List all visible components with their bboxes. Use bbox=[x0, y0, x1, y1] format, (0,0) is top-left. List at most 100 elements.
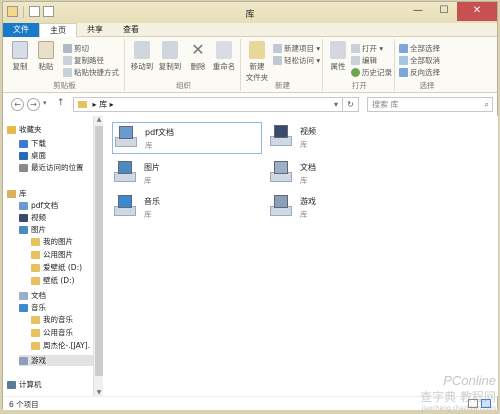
nav-item-label: pdf文档 bbox=[31, 201, 59, 210]
tab-view[interactable]: 查看 bbox=[113, 23, 149, 37]
nav-item[interactable]: 我的图片 bbox=[31, 236, 73, 247]
library-text: 视频库 bbox=[300, 122, 316, 150]
nav-item[interactable]: 周杰伦-.[JAY]. bbox=[31, 340, 90, 351]
invert-selection-button[interactable]: 反向选择 bbox=[399, 67, 440, 78]
history-button[interactable]: 历史记录 bbox=[351, 67, 392, 78]
scroll-thumb[interactable] bbox=[95, 126, 103, 376]
tab-file[interactable]: 文件 bbox=[3, 23, 39, 37]
nav-item[interactable]: pdf文档 bbox=[19, 200, 58, 211]
nav-item-label: 我的图片 bbox=[43, 237, 73, 246]
select-all-button[interactable]: 全部选择 bbox=[399, 43, 440, 54]
library-icon bbox=[19, 139, 28, 148]
ribbon: 复制 粘贴 剪切 复制路径 粘贴快捷方式 剪贴板 移动到 复制到 ✕ 删除 重命… bbox=[3, 37, 497, 93]
tab-home[interactable]: 主页 bbox=[39, 23, 77, 37]
search-placeholder: 搜索 库 bbox=[372, 100, 399, 109]
select-none-button[interactable]: 全部取消 bbox=[399, 55, 440, 66]
nav-item[interactable]: 图片 bbox=[19, 224, 46, 235]
library-icon bbox=[19, 201, 28, 210]
open-button[interactable]: 打开 ▾ bbox=[351, 43, 383, 54]
folder-icon bbox=[31, 328, 40, 337]
copy-label: 复制 bbox=[12, 62, 28, 71]
library-tile[interactable]: 音乐库 bbox=[112, 192, 262, 224]
clipboard-group-label: 剪贴板 bbox=[53, 81, 76, 90]
properties-button[interactable]: 属性 bbox=[325, 41, 351, 72]
group-organize: 移动到 复制到 ✕ 删除 重命名 组织 bbox=[127, 39, 241, 91]
tab-share[interactable]: 共享 bbox=[77, 23, 113, 37]
refresh-button[interactable]: ↻ bbox=[343, 97, 359, 112]
move-to-button[interactable]: 移动到 bbox=[129, 41, 155, 72]
copy-path-button[interactable]: 复制路径 bbox=[63, 55, 104, 66]
library-icon bbox=[19, 225, 28, 234]
delete-icon: ✕ bbox=[191, 40, 205, 59]
library-tile[interactable]: 文档库 bbox=[268, 158, 418, 190]
library-tile[interactable]: 游戏库 bbox=[268, 192, 418, 224]
edit-button[interactable]: 编辑 bbox=[351, 55, 377, 66]
forward-button[interactable]: → bbox=[27, 98, 40, 111]
paste-button[interactable]: 粘贴 bbox=[33, 41, 59, 72]
scroll-down-arrow[interactable]: ▼ bbox=[94, 389, 104, 396]
nav-item[interactable]: 壁纸 (D:) bbox=[31, 275, 75, 286]
folder-icon bbox=[31, 237, 40, 246]
maximize-button[interactable]: ☐ bbox=[431, 2, 457, 21]
nav-item-label: 音乐 bbox=[31, 303, 46, 312]
nav-item[interactable]: 我的音乐 bbox=[31, 314, 73, 325]
history-label: 历史记录 bbox=[362, 68, 392, 77]
nav-item-label: 最近访问的位置 bbox=[31, 163, 84, 172]
delete-button[interactable]: ✕ 删除 bbox=[185, 41, 211, 72]
cut-button[interactable]: 剪切 bbox=[63, 43, 89, 54]
nav-item[interactable]: 计算机 bbox=[7, 379, 42, 390]
folder-icon bbox=[31, 315, 40, 324]
library-icon bbox=[7, 189, 16, 198]
paste-shortcut-button[interactable]: 粘贴快捷方式 bbox=[63, 67, 119, 78]
nav-item-label: 视频 bbox=[31, 213, 46, 222]
minimize-button[interactable]: — bbox=[405, 2, 431, 21]
search-input[interactable]: 搜索 库 ⌕ bbox=[367, 97, 493, 112]
address-dropdown[interactable]: ▾ bbox=[334, 98, 338, 111]
easy-access-button[interactable]: 轻松访问 ▾ bbox=[273, 55, 320, 66]
library-type: 库 bbox=[300, 140, 308, 149]
new-item-button[interactable]: 新建项目 ▾ bbox=[273, 43, 320, 54]
recent-locations-button[interactable]: ▾ bbox=[43, 99, 47, 107]
library-tile[interactable]: 视频库 bbox=[268, 122, 418, 154]
library-tile[interactable]: pdf文档库 bbox=[112, 122, 262, 154]
nav-item[interactable]: 最近访问的位置 bbox=[19, 162, 84, 173]
details-view-icon[interactable] bbox=[468, 399, 478, 408]
nav-item[interactable]: 爱壁纸 (D:) bbox=[31, 262, 82, 273]
back-button[interactable]: ← bbox=[11, 98, 24, 111]
window-controls: — ☐ ✕ bbox=[405, 2, 497, 21]
nav-item[interactable]: 文档 bbox=[19, 290, 46, 301]
nav-item[interactable]: 音乐 bbox=[19, 302, 46, 313]
close-button[interactable]: ✕ bbox=[457, 2, 497, 21]
library-tile[interactable]: 图片库 bbox=[112, 158, 262, 190]
library-text: 音乐库 bbox=[144, 192, 160, 220]
scroll-up-arrow[interactable]: ▲ bbox=[94, 116, 104, 123]
library-text: 文档库 bbox=[300, 158, 316, 186]
move-to-label: 移动到 bbox=[130, 62, 154, 71]
nav-item[interactable]: 公用音乐 bbox=[31, 327, 73, 338]
paste-label: 粘贴 bbox=[38, 62, 54, 71]
nav-item[interactable]: 下载 bbox=[19, 138, 46, 149]
library-icon bbox=[19, 291, 28, 300]
library-type: 库 bbox=[300, 210, 308, 219]
library-type: 库 bbox=[144, 176, 152, 185]
up-button[interactable]: ↑ bbox=[57, 98, 65, 108]
nav-item[interactable]: 库 bbox=[7, 188, 27, 199]
search-icon[interactable]: ⌕ bbox=[485, 98, 489, 111]
new-folder-button[interactable]: 新建 文件夹 bbox=[243, 41, 271, 83]
nav-item[interactable]: 公用图片 bbox=[31, 249, 73, 260]
nav-item[interactable]: 收藏夹 bbox=[7, 124, 42, 135]
nav-item-label: 爱壁纸 (D:) bbox=[43, 263, 83, 272]
copy-to-button[interactable]: 复制到 bbox=[157, 41, 183, 72]
group-new: 新建 文件夹 新建项目 ▾ 轻松访问 ▾ 新建 bbox=[243, 39, 323, 91]
address-bar[interactable]: ▸ 库 ▸ ▾ bbox=[73, 97, 343, 112]
library-name: pdf文档 bbox=[145, 128, 174, 137]
edit-label: 编辑 bbox=[362, 56, 377, 65]
nav-item[interactable]: 视频 bbox=[19, 212, 46, 223]
tiles-view-icon[interactable] bbox=[481, 399, 491, 408]
rename-button[interactable]: 重命名 bbox=[211, 41, 237, 72]
copy-button[interactable]: 复制 bbox=[7, 41, 33, 72]
nav-item[interactable]: 游戏 bbox=[19, 355, 93, 366]
nav-scrollbar[interactable]: ▲ ▼ bbox=[93, 116, 103, 396]
library-name: 图片 bbox=[144, 163, 160, 172]
nav-item[interactable]: 桌面 bbox=[19, 150, 46, 161]
